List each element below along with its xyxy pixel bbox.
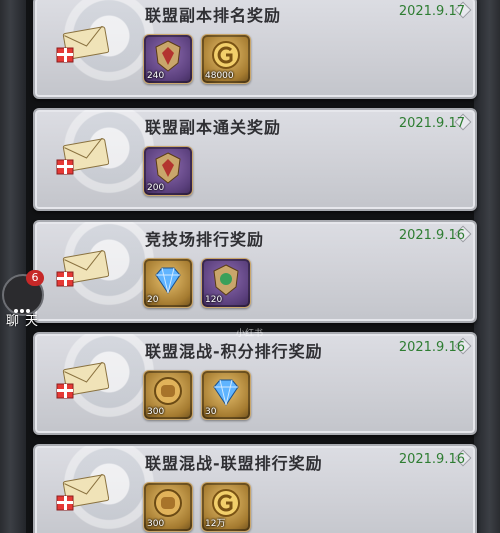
- fist-token-icon: [154, 489, 182, 517]
- reward-item[interactable]: 200: [143, 146, 193, 196]
- mail-title: 联盟混战-积分排行奖励: [145, 342, 323, 361]
- mail-item[interactable]: 联盟副本通关奖励 2021.9.17 200: [33, 108, 477, 211]
- mail-title: 竞技场排行奖励: [145, 230, 265, 249]
- reward-item[interactable]: 120: [201, 258, 251, 308]
- reward-quantity: 300: [147, 407, 165, 417]
- reward-list: 300 12万: [143, 482, 251, 532]
- mail-gift-envelope-icon: [56, 138, 109, 175]
- chat-unread-badge: 6: [26, 270, 44, 286]
- mail-date: 2021.9.16: [398, 340, 465, 355]
- mail-title: 联盟副本排名奖励: [145, 6, 282, 25]
- reward-item[interactable]: 20: [143, 258, 193, 308]
- reward-quantity: 120: [205, 295, 223, 305]
- fist-token-icon: [154, 377, 182, 405]
- mail-gift-envelope-icon: [56, 26, 109, 63]
- mail-date: 2021.9.17: [398, 4, 465, 19]
- mail-gift-envelope-icon: [56, 250, 109, 287]
- reward-item[interactable]: 240: [143, 34, 193, 84]
- reward-quantity: 30: [205, 407, 217, 417]
- reward-list: 20 120: [143, 258, 251, 308]
- mail-title: 联盟混战-联盟排行奖励: [145, 454, 323, 473]
- arena-crest-icon: [213, 264, 239, 296]
- reward-item[interactable]: 12万: [201, 482, 251, 532]
- mail-date: 2021.9.17: [398, 116, 465, 131]
- mailbox-screen: 联盟副本排名奖励 2021.9.17 240 48000 联盟副本通关奖励 20…: [0, 0, 500, 533]
- crest-medal-icon: [155, 40, 181, 72]
- reward-list: 200: [143, 146, 193, 196]
- right-frame-rail: [474, 0, 500, 533]
- reward-quantity: 48000: [205, 71, 234, 81]
- mail-title: 联盟副本通关奖励: [145, 118, 282, 137]
- left-frame-rail: [0, 0, 26, 533]
- mail-item[interactable]: 竞技场排行奖励 2021.9.16 20 120: [33, 220, 477, 323]
- mail-item[interactable]: 联盟混战-积分排行奖励 2021.9.16 300 30: [33, 332, 477, 435]
- mail-gift-envelope-icon: [56, 362, 109, 399]
- reward-item[interactable]: 300: [143, 370, 193, 420]
- mail-gift-envelope-icon: [56, 474, 109, 511]
- diamond-icon: [155, 267, 181, 294]
- reward-item[interactable]: 300: [143, 482, 193, 532]
- reward-item[interactable]: 30: [201, 370, 251, 420]
- reward-list: 240 48000: [143, 34, 251, 84]
- reward-quantity: 240: [147, 71, 165, 81]
- chat-label: 聊天: [6, 314, 45, 329]
- reward-list: 300 30: [143, 370, 251, 420]
- mail-item[interactable]: 联盟混战-联盟排行奖励 2021.9.16 300 12万: [33, 444, 477, 533]
- watermark: 小红书: [236, 329, 264, 339]
- diamond-icon: [213, 379, 239, 406]
- mail-item[interactable]: 联盟副本排名奖励 2021.9.17 240 48000: [33, 0, 477, 99]
- reward-quantity: 12万: [205, 519, 226, 529]
- mail-date: 2021.9.16: [398, 228, 465, 243]
- reward-item[interactable]: 48000: [201, 34, 251, 84]
- reward-quantity: 300: [147, 519, 165, 529]
- chat-button[interactable]: 6 聊天: [2, 268, 46, 329]
- crest-medal-icon: [155, 152, 181, 184]
- mail-date: 2021.9.16: [398, 452, 465, 467]
- gold-coin-icon: [212, 41, 240, 69]
- reward-quantity: 200: [147, 183, 165, 193]
- reward-quantity: 20: [147, 295, 159, 305]
